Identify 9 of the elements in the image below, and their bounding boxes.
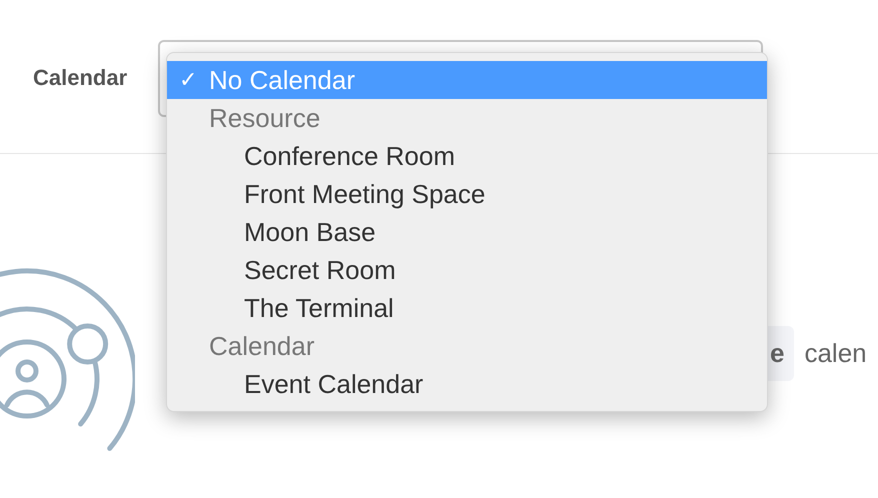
body-text: calen: [804, 338, 867, 369]
menu-option[interactable]: Conference Room: [167, 137, 767, 175]
menu-option[interactable]: Secret Room: [167, 251, 767, 289]
menu-option[interactable]: Moon Base: [167, 213, 767, 251]
menu-option[interactable]: Front Meeting Space: [167, 175, 767, 213]
group-header: Resource: [208, 102, 322, 134]
calendar-label: Calendar: [33, 64, 128, 90]
menu-option[interactable]: The Terminal: [167, 289, 767, 327]
group-header: Calendar: [208, 330, 316, 362]
